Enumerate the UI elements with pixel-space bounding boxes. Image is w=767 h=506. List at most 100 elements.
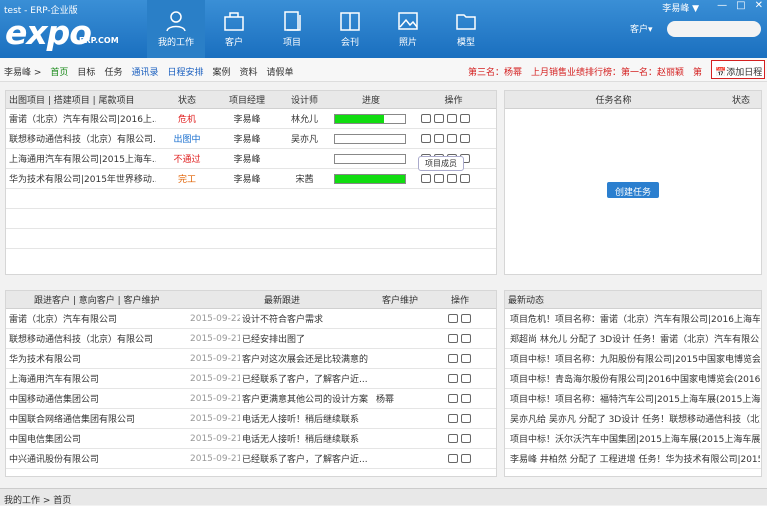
customer-name[interactable]: 雷诺（北京）汽车有限公司 [6,312,188,325]
search-input[interactable] [667,21,761,37]
col-customer[interactable]: 跟进客户 | 意向客户 | 客户维护 [6,293,188,306]
followup-note: 电话无人接听！稍后继续联系 [242,435,360,445]
nav-customer[interactable]: 客户 [205,0,263,58]
project-name[interactable]: 华为技术有限公司|2015年世界移动... [6,172,156,185]
message-icon[interactable] [421,134,431,143]
folder-icon [456,14,476,30]
handshake-icon[interactable] [447,134,457,143]
document-icon[interactable] [461,434,471,443]
message-icon[interactable] [448,314,458,323]
col-designer: 设计师 [290,96,318,106]
project-name[interactable]: 上海通用汽车有限公司|2015上海车... [6,152,156,165]
customer-row[interactable]: 中国移动通信集团公司 2015-09-21 客户更满意其他公司的设计方案 杨幂 [6,389,496,409]
handshake-icon[interactable] [447,174,457,183]
col-cust-ops: 操作 [450,296,469,306]
news-item[interactable]: 项目中标！沃尔沃汽车中国集团|2015上海车展(2015上海车展) [505,429,761,449]
nav-my-work[interactable]: 我的工作 [147,0,205,58]
project-row[interactable]: 雷诺（北京）汽车有限公司|2016上... 危机 李易峰 林允儿 [6,109,496,129]
customer-row[interactable]: 中国联合网络通信集团有限公司 2015-09-21 电话无人接听！稍后继续联系 [6,409,496,429]
members-icon[interactable] [434,134,444,143]
clipboard-icon[interactable] [460,114,470,123]
members-icon[interactable] [434,174,444,183]
link-contacts[interactable]: 通讯录 [131,68,158,78]
add-schedule-button[interactable]: 📅添加日程 [711,60,765,79]
news-item[interactable]: 项目中标！项目名称：福特汽车公司|2015上海车展(2015上海车... [505,389,761,409]
customer-name[interactable]: 中国电信集团公司 [6,432,188,445]
news-item[interactable]: 吴亦凡给 吴亦凡 分配了 3D设计 任务！联想移动通信科技（北京... [505,409,761,429]
col-manager: 项目经理 [228,96,265,106]
link-schedule[interactable]: 日程安排 [167,68,203,78]
project-row[interactable]: 华为技术有限公司|2015年世界移动... 完工 李易峰 宋茜 [6,169,496,189]
message-icon[interactable] [448,454,458,463]
project-name[interactable]: 雷诺（北京）汽车有限公司|2016上... [6,112,156,125]
customer-name[interactable]: 中国联合网络通信集团有限公司 [6,412,188,425]
customer-name[interactable]: 联想移动通信科技（北京）有限公司 [6,332,188,345]
customer-name[interactable]: 中国移动通信集团公司 [6,392,188,405]
document-icon[interactable] [461,354,471,363]
project-status: 出图中 [173,135,201,145]
link-cases[interactable]: 案例 [212,68,230,78]
news-item[interactable]: 郑超尚 林允儿 分配了 3D设计 任务！雷诺（北京）汽车有限公... [505,329,761,349]
project-name[interactable]: 联想移动通信科技（北京）有限公司... [6,132,156,145]
col-project[interactable]: 出图项目 | 搭建项目 | 尾款项目 [6,93,156,106]
news-item[interactable]: 李易峰 井柏然 分配了 工程进增 任务！华为技术有限公司|2015... [505,449,761,469]
document-icon[interactable] [461,414,471,423]
message-icon[interactable] [448,434,458,443]
document-icon[interactable] [461,374,471,383]
link-leave[interactable]: 请假单 [267,68,294,78]
followup-date: 2015-09-21 [190,333,240,344]
minimize-button[interactable]: — [717,0,727,11]
message-icon[interactable] [421,114,431,123]
document-icon[interactable] [461,394,471,403]
message-icon[interactable] [448,394,458,403]
maximize-button[interactable]: □ [736,0,745,11]
close-button[interactable]: ✕ [755,0,763,11]
message-icon[interactable] [448,334,458,343]
link-goal[interactable]: 目标 [77,68,95,78]
clipboard-icon[interactable] [460,134,470,143]
customer-row[interactable]: 联想移动通信科技（北京）有限公司 2015-09-21 已经安排出图了 [6,329,496,349]
project-status: 危机 [177,115,196,125]
customer-row[interactable]: 华为技术有限公司 2015-09-21 客户对这次展会还是比较满意的 [6,349,496,369]
customer-name[interactable]: 中兴通讯股份有限公司 [6,452,188,465]
create-task-button[interactable]: 创建任务 [607,182,659,198]
customer-row[interactable]: 中兴通讯股份有限公司 2015-09-21 已经联系了客户，了解客户近... [6,449,496,469]
search-type-select[interactable]: 客户▾ [630,22,653,35]
row-actions [409,134,496,143]
header-bar: test - ERP-企业版 expo ERP.COM 我的工作 客户 项目 会… [0,0,767,58]
customer-row[interactable]: 上海通用汽车有限公司 2015-09-21 已经联系了客户，了解客户近... [6,369,496,389]
customer-row[interactable]: 中国电信集团公司 2015-09-21 电话无人接听！稍后继续联系 [6,429,496,449]
link-task[interactable]: 任务 [104,68,122,78]
followup-note: 设计不符合客户需求 [242,315,324,325]
news-item[interactable]: 项目中标！青岛海尔股份有限公司|2016中国家电博览会(2016中... [505,369,761,389]
message-icon[interactable] [448,374,458,383]
project-row[interactable]: 联想移动通信科技（北京）有限公司... 出图中 李易峰 吴亦凡 [6,129,496,149]
project-manager: 李易峰 [233,115,261,125]
sales-ranking: 第三名：杨幂 上月销售业绩排行榜：第一名：赵丽颖 第 [468,68,703,78]
customer-name[interactable]: 上海通用汽车有限公司 [6,372,188,385]
customer-name[interactable]: 华为技术有限公司 [6,352,188,365]
main-nav: 我的工作 客户 项目 会刊 照片 模型 [147,0,495,58]
clipboard-icon[interactable] [460,174,470,183]
handshake-icon[interactable] [447,114,457,123]
message-icon[interactable] [448,414,458,423]
user-menu[interactable]: 李易峰 ▼ [662,1,699,14]
message-icon[interactable] [448,354,458,363]
customer-row[interactable]: 雷诺（北京）汽车有限公司 2015-09-22 设计不符合客户需求 [6,309,496,329]
news-item[interactable]: 项目危机！项目名称：雷诺（北京）汽车有限公司|2016上海车... [505,309,761,329]
nav-project[interactable]: 项目 [263,0,321,58]
members-icon[interactable] [434,114,444,123]
breadcrumb-home[interactable]: 首页 [50,68,68,78]
message-icon[interactable] [421,174,431,183]
col-maint: 客户维护 [381,296,418,306]
news-item[interactable]: 项目中标！项目名称：九阳股份有限公司|2015中国家电博览会(AWE2015) [505,349,761,369]
document-icon[interactable] [461,314,471,323]
document-icon[interactable] [461,454,471,463]
link-materials[interactable]: 资料 [240,68,258,78]
nav-model[interactable]: 模型 [437,0,495,58]
nav-photo[interactable]: 照片 [379,0,437,58]
followup-date: 2015-09-21 [190,453,240,464]
nav-journal[interactable]: 会刊 [321,0,379,58]
document-icon[interactable] [461,334,471,343]
row-actions [424,314,494,323]
